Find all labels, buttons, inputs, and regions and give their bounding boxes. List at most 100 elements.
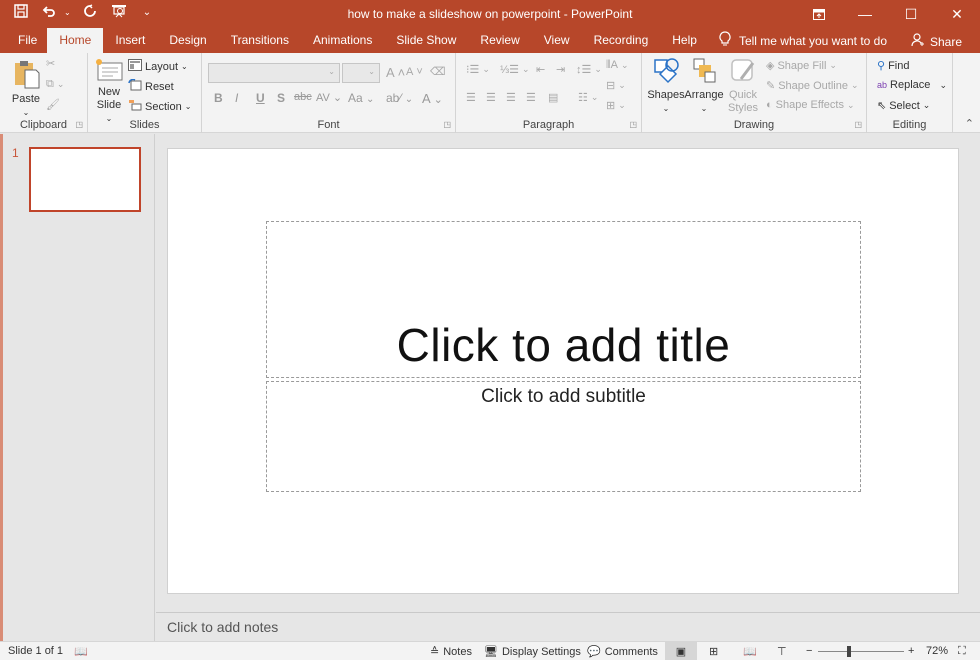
paragraph-launcher-icon[interactable]: ◳ bbox=[629, 120, 637, 129]
slide-canvas[interactable]: Click to add title Click to add subtitle bbox=[167, 148, 959, 594]
clear-formatting-icon[interactable]: ⌫ bbox=[430, 65, 446, 78]
paint-bucket-icon: ◈ bbox=[766, 60, 775, 72]
drawing-group: Shapes ⌄ Arrange ⌄ Quick Styles ⌄ ◈ Shape F… bbox=[642, 53, 867, 133]
change-case-button[interactable]: Aa ⌄ bbox=[348, 91, 374, 105]
maximize-button[interactable]: ☐ bbox=[888, 0, 934, 28]
reset-button[interactable]: Reset bbox=[128, 78, 174, 94]
columns-icon[interactable]: ☷ ⌄ bbox=[578, 91, 599, 104]
zoom-level[interactable]: 72% bbox=[926, 645, 948, 657]
character-spacing-button[interactable]: AV ⌄ bbox=[316, 91, 342, 104]
shapes-icon bbox=[652, 57, 680, 89]
align-right-icon[interactable]: ☰ bbox=[506, 91, 516, 104]
section-button[interactable]: Section ⌄ bbox=[128, 99, 191, 114]
align-left-icon[interactable]: ☰ bbox=[466, 91, 476, 104]
share-button[interactable]: Share bbox=[911, 33, 962, 50]
comments-button[interactable]: 💬 Comments bbox=[587, 645, 658, 659]
shape-fill-button[interactable]: ◈ Shape Fill ⌄ bbox=[766, 59, 837, 73]
italic-button[interactable]: I bbox=[235, 91, 238, 105]
tab-transitions[interactable]: Transitions bbox=[219, 28, 301, 53]
zoom-out-button[interactable]: − bbox=[806, 645, 812, 657]
ribbon-display-options-icon[interactable] bbox=[796, 0, 842, 28]
display-settings-button[interactable]: 🖥 Display Settings bbox=[484, 645, 581, 659]
text-direction-icon[interactable]: ⫴A ⌄ bbox=[606, 59, 629, 72]
tab-view[interactable]: View bbox=[532, 28, 582, 53]
format-painter-icon[interactable]: 🖌 bbox=[46, 98, 60, 111]
title-placeholder[interactable]: Click to add title bbox=[266, 221, 861, 378]
display-settings-icon: 🖥 bbox=[484, 646, 498, 658]
minimize-button[interactable]: — bbox=[842, 0, 888, 28]
collapse-ribbon-icon[interactable]: ⌃ bbox=[965, 117, 974, 130]
subtitle-placeholder[interactable]: Click to add subtitle bbox=[266, 381, 861, 492]
zoom-slider-thumb[interactable] bbox=[846, 646, 851, 657]
reading-view-button[interactable]: 📖 bbox=[743, 645, 757, 658]
bold-button[interactable]: B bbox=[214, 91, 223, 105]
fit-to-window-icon[interactable]: ⛶ bbox=[958, 645, 966, 658]
notes-icon: ≙ bbox=[430, 646, 440, 658]
drawing-launcher-icon[interactable]: ◳ bbox=[854, 120, 862, 129]
tab-review[interactable]: Review bbox=[468, 28, 531, 53]
shape-effects-icon: ◐ bbox=[766, 99, 773, 111]
paragraph-group-label: Paragraph bbox=[522, 119, 575, 131]
tab-design[interactable]: Design bbox=[157, 28, 218, 53]
line-spacing-icon[interactable]: ↕☰ ⌄ bbox=[576, 63, 602, 76]
normal-view-icon: ▣ bbox=[675, 645, 687, 658]
font-name-combo[interactable]: ⌄ bbox=[208, 63, 340, 83]
font-launcher-icon[interactable]: ◳ bbox=[443, 120, 451, 129]
grow-font-button[interactable]: A ˄ bbox=[386, 65, 405, 80]
shape-effects-button[interactable]: ◐ Shape Effects ⌄ bbox=[766, 99, 855, 111]
quick-styles-button[interactable]: Quick Styles ⌄ bbox=[726, 57, 760, 128]
zoom-slider-track[interactable] bbox=[818, 646, 904, 657]
arrange-button[interactable]: Arrange ⌄ bbox=[684, 57, 724, 115]
new-slide-button[interactable]: New Slide ⌄ bbox=[92, 58, 126, 125]
tab-insert[interactable]: Insert bbox=[103, 28, 157, 53]
copy-icon[interactable]: ⧉ ⌄ bbox=[46, 78, 65, 91]
tab-slide-show[interactable]: Slide Show bbox=[384, 28, 468, 53]
find-button[interactable]: ⚲ Find bbox=[877, 59, 909, 73]
decrease-indent-icon[interactable]: ⇤ bbox=[536, 63, 545, 76]
replace-icon: ab bbox=[877, 80, 888, 90]
shrink-font-button[interactable]: A ˅ bbox=[406, 66, 423, 78]
distributed-icon[interactable]: ▤ bbox=[548, 91, 558, 104]
bullets-icon[interactable]: ⁝☰ ⌄ bbox=[466, 63, 490, 76]
accessibility-check-icon[interactable]: 📖 bbox=[74, 645, 88, 658]
numbering-icon[interactable]: ⅓☰ ⌄ bbox=[500, 63, 530, 76]
tab-recording[interactable]: Recording bbox=[582, 28, 661, 53]
close-button[interactable]: ✕ bbox=[934, 0, 980, 28]
increase-indent-icon[interactable]: ⇥ bbox=[556, 63, 565, 76]
slide-sorter-button[interactable]: ⊞ bbox=[709, 645, 718, 658]
justify-icon[interactable]: ☰ bbox=[526, 91, 536, 104]
select-button[interactable]: ⇖ Select ⌄ bbox=[877, 99, 930, 113]
replace-button[interactable]: ab Replace ⌄ bbox=[877, 79, 947, 91]
reset-icon bbox=[128, 78, 142, 94]
highlight-color-icon[interactable]: ab⁄ ⌄ bbox=[386, 91, 413, 105]
underline-button[interactable]: U bbox=[256, 91, 265, 105]
tab-animations[interactable]: Animations bbox=[301, 28, 384, 53]
convert-smartart-icon[interactable]: ⊞ ⌄ bbox=[606, 99, 626, 112]
align-text-icon[interactable]: ⊟ ⌄ bbox=[606, 79, 626, 92]
strikethrough-button[interactable]: abc bbox=[294, 91, 312, 103]
normal-view-button[interactable]: ▣ bbox=[665, 642, 697, 660]
cut-icon[interactable]: ✂ bbox=[46, 57, 55, 70]
font-color-button[interactable]: A ⌄ bbox=[422, 91, 443, 106]
tab-file[interactable]: File bbox=[0, 28, 47, 53]
clipboard-launcher-icon[interactable]: ◳ bbox=[75, 120, 83, 129]
text-shadow-button[interactable]: S bbox=[277, 91, 285, 105]
cursor-arrow-icon: ⇖ bbox=[877, 100, 887, 112]
new-slide-icon bbox=[95, 58, 123, 86]
shapes-button[interactable]: Shapes ⌄ bbox=[646, 57, 686, 115]
notes-pane[interactable]: Click to add notes bbox=[156, 612, 980, 641]
tab-help[interactable]: Help bbox=[660, 28, 709, 53]
shape-outline-button[interactable]: ✎ Shape Outline ⌄ bbox=[766, 79, 859, 93]
notes-toggle-button[interactable]: ≙ Notes bbox=[430, 645, 472, 659]
tab-home[interactable]: Home bbox=[47, 28, 104, 53]
layout-button[interactable]: Layout ⌄ bbox=[128, 59, 188, 74]
slide-thumbnail[interactable] bbox=[29, 147, 141, 212]
paste-button[interactable]: Paste ⌄ bbox=[10, 59, 42, 119]
paragraph-group: ⁝☰ ⌄ ⅓☰ ⌄ ⇤ ⇥ ↕☰ ⌄ ⫴A ⌄ ⊟ ⌄ ⊞ ⌄ ☰ ☰ ☰ ☰ … bbox=[456, 53, 642, 133]
person-add-icon bbox=[911, 33, 925, 50]
font-size-combo[interactable]: ⌄ bbox=[342, 63, 380, 83]
align-center-icon[interactable]: ☰ bbox=[486, 91, 496, 104]
slideshow-view-button[interactable]: ⊤ bbox=[777, 645, 787, 658]
tell-me-search[interactable]: Tell me what you want to do bbox=[709, 28, 887, 53]
zoom-in-button[interactable]: + bbox=[908, 645, 914, 657]
